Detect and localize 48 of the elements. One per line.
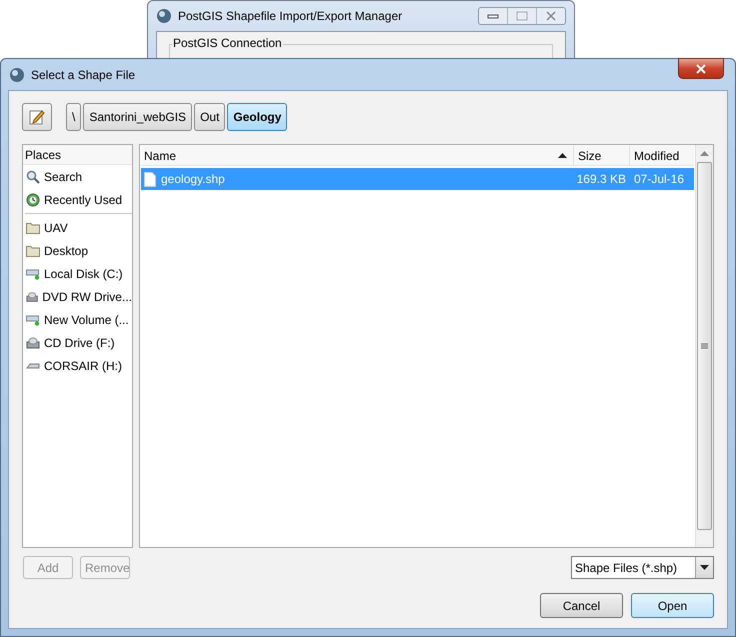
place-item[interactable]: UAV (23, 216, 132, 239)
file-type-dropdown[interactable]: Shape Files (*.shp) (571, 556, 714, 579)
path-button[interactable]: \ (66, 103, 82, 131)
place-item[interactable]: Recently Used (23, 188, 132, 211)
column-header[interactable]: Modified (634, 148, 680, 162)
usb-drive-icon (26, 362, 40, 370)
place-item[interactable]: DVD RW Drive... (23, 285, 132, 308)
place-item[interactable]: CD Drive (F:) (23, 331, 132, 354)
close-button[interactable] (678, 58, 724, 79)
disc-drive-icon (26, 336, 40, 348)
place-item[interactable]: Desktop (23, 239, 132, 262)
hard-drive-icon (26, 314, 40, 326)
cancel-button[interactable]: Cancel (540, 593, 623, 618)
disc-drive-icon (26, 290, 38, 302)
column-header[interactable]: Size (578, 148, 602, 162)
scrollbar[interactable] (695, 145, 713, 547)
place-item[interactable]: New Volume (... (23, 308, 132, 331)
place-item[interactable]: Search (23, 165, 132, 188)
file-size: 169.3 KB (576, 172, 627, 186)
open-button[interactable]: Open (631, 593, 714, 618)
search-icon (26, 170, 40, 184)
dropdown-arrow-icon (700, 565, 709, 570)
place-item[interactable]: CORSAIR (H:) (23, 354, 132, 377)
place-item[interactable]: Local Disk (C:) (23, 262, 132, 285)
file-name: geology.shp (161, 172, 225, 186)
minimize-icon[interactable] (487, 13, 499, 19)
edit-location-button[interactable] (22, 103, 52, 131)
path-button[interactable]: Out (194, 103, 226, 131)
window-title: PostGIS Shapefile Import/Export Manager (178, 9, 402, 23)
app-icon (156, 8, 172, 24)
dialog-icon (9, 66, 25, 82)
group-label: PostGIS Connection (172, 36, 283, 50)
grip-icon (701, 343, 708, 349)
up-arrow-icon (700, 151, 709, 156)
pencil-icon (28, 108, 46, 126)
folder-icon (26, 222, 40, 234)
close-icon[interactable] (545, 11, 557, 21)
hard-drive-icon (26, 268, 40, 280)
path-button[interactable]: Geology (227, 103, 288, 131)
file-icon (144, 172, 156, 186)
file-modified: 07-Jul-16 (633, 172, 686, 186)
folder-icon (26, 244, 40, 256)
path-button[interactable]: Santorini_webGIS (83, 103, 192, 131)
clock-icon (26, 192, 40, 206)
column-header[interactable]: Name (144, 148, 176, 162)
dialog-title: Select a Shape File (31, 68, 136, 82)
places-header: Places (25, 148, 62, 162)
close-icon (695, 64, 707, 74)
